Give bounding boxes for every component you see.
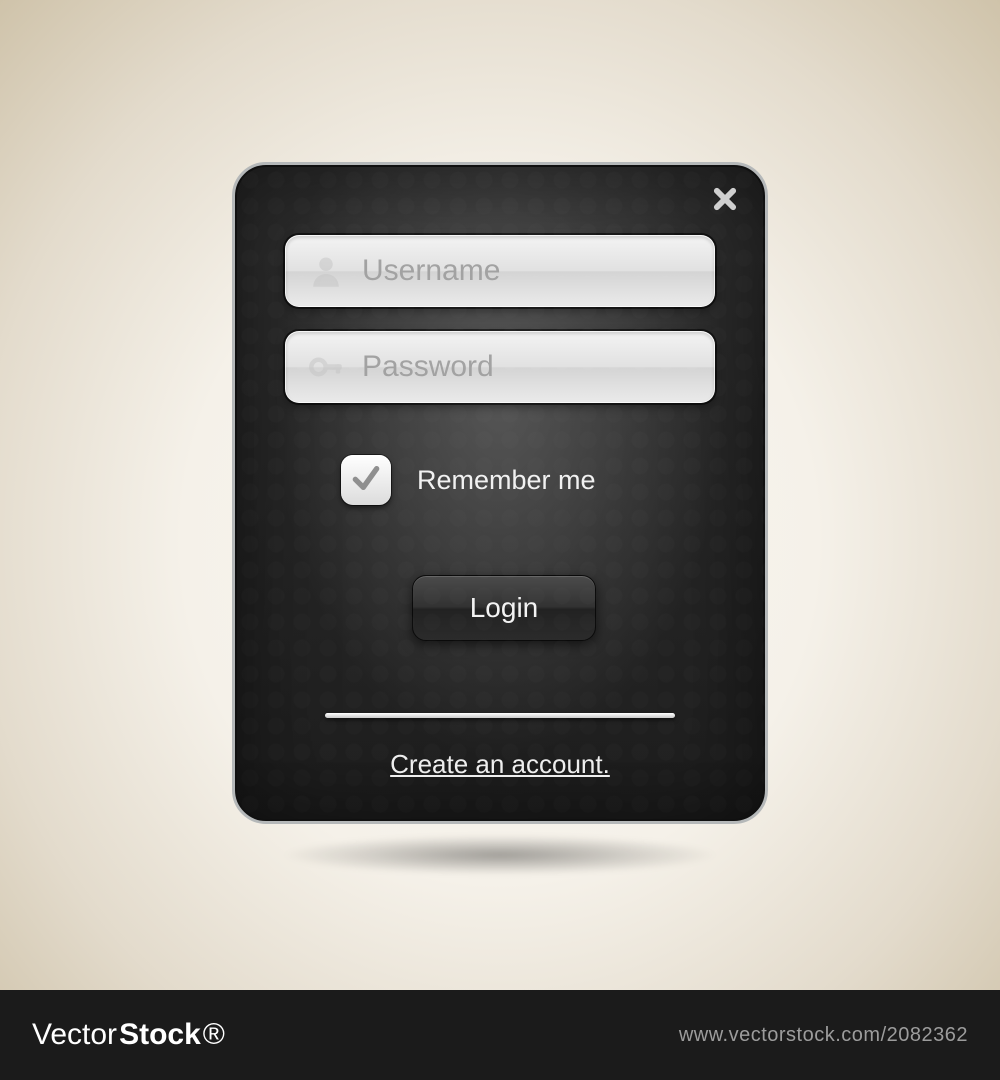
user-icon [308,253,344,289]
footer: VectorStock® www.vectorstock.com/2082362 [0,990,1000,1080]
panel-shadow [280,835,720,875]
close-icon [711,200,739,217]
remember-row: Remember me [341,455,596,505]
login-button-label: Login [470,592,539,624]
login-button[interactable]: Login [412,575,596,641]
login-panel: Remember me Login Create an account. [232,162,768,824]
footer-brand-vector: Vector [32,1018,117,1052]
remember-label: Remember me [417,465,596,496]
username-field-wrap[interactable] [285,235,715,307]
create-account-link[interactable]: Create an account. [235,749,765,780]
close-button[interactable] [711,185,739,213]
password-input[interactable] [362,350,748,384]
divider [325,713,675,718]
footer-brand-stock: Stock [119,1018,201,1052]
username-input[interactable] [362,254,748,288]
footer-brand: VectorStock® [32,1018,225,1052]
check-icon [350,462,382,499]
stage: Remember me Login Create an account. Vec… [0,0,1000,1080]
remember-checkbox[interactable] [341,455,391,505]
key-icon [308,349,344,385]
password-field-wrap[interactable] [285,331,715,403]
footer-url: www.vectorstock.com/2082362 [679,1024,968,1047]
